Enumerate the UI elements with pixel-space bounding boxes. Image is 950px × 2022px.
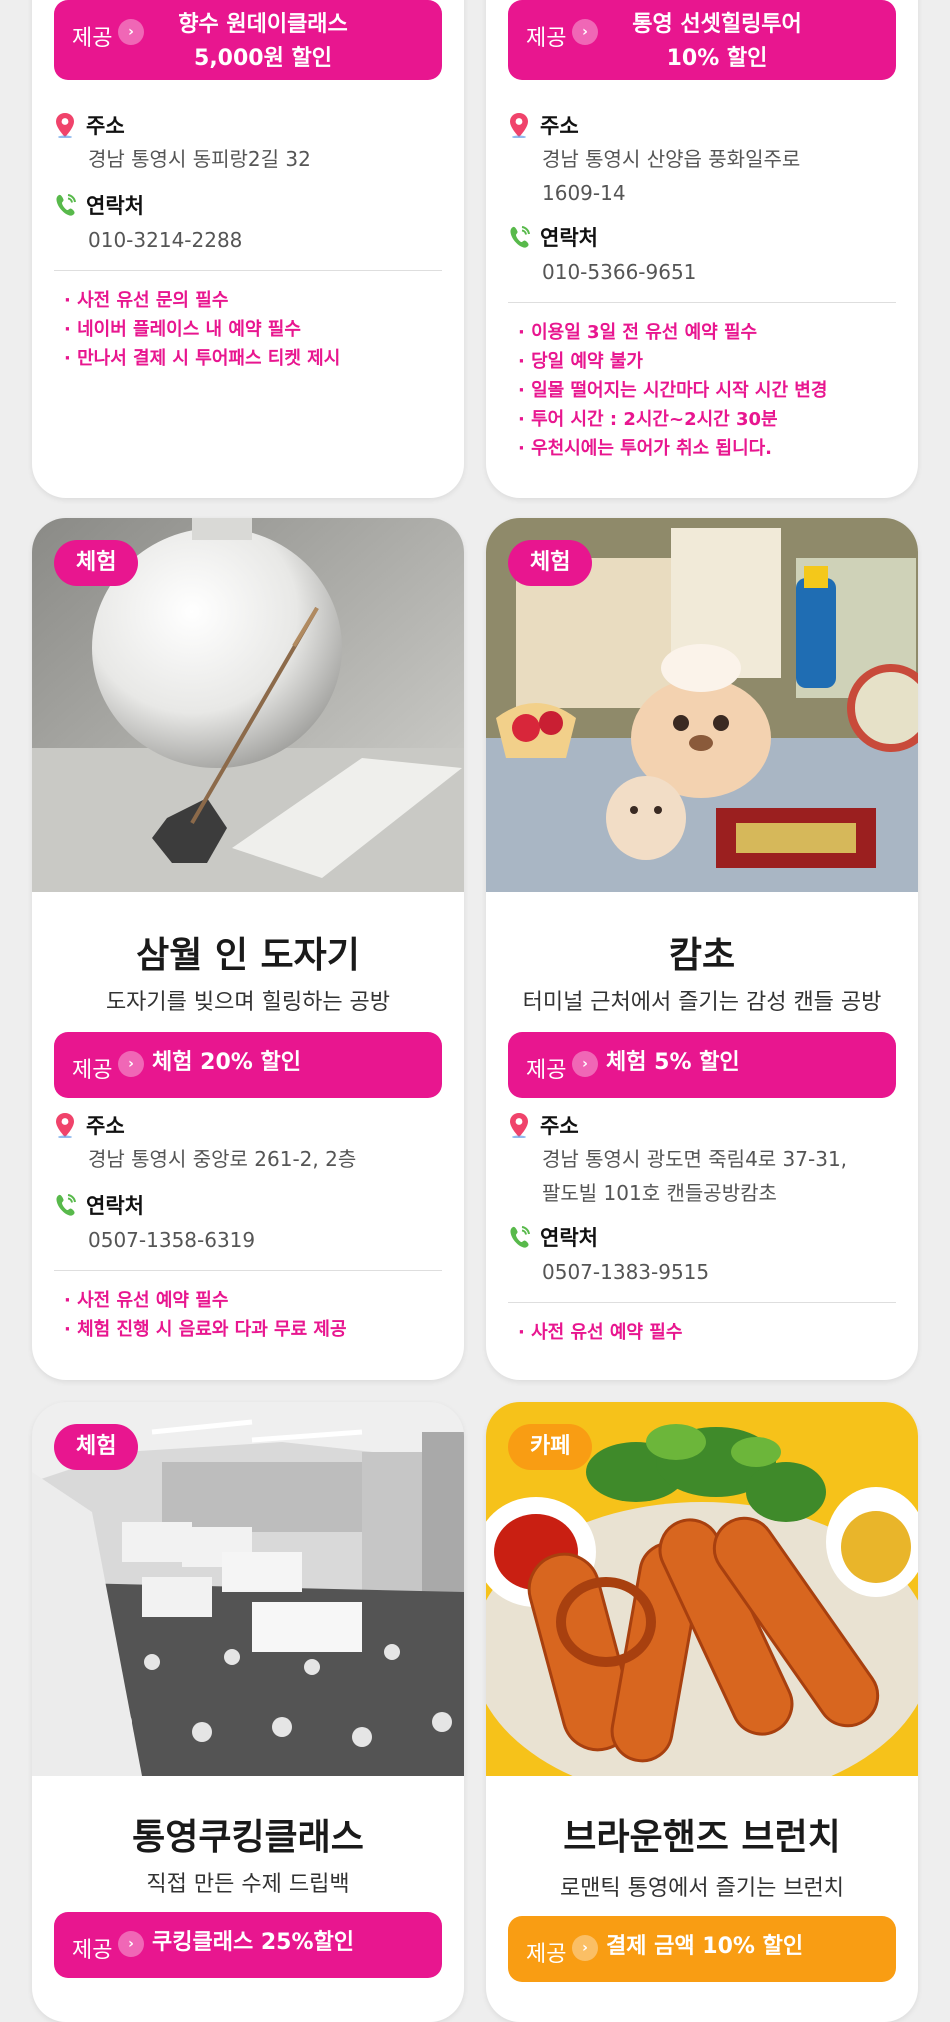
offer-text: 쿠킹클래스 25%할인	[152, 1930, 354, 1955]
chevron-right-icon: ›	[118, 1051, 144, 1077]
card-kamcho-candle[interactable]: 체험 캄초 터미널 근처에서 즐기는 감성 캔들 공방 제공 › 체험 5% 할…	[486, 518, 918, 1380]
offer-banner: 제공 › 체험 20% 할인	[54, 1032, 442, 1098]
category-badge: 카페	[508, 1424, 593, 1470]
contact-heading: 연락처	[508, 222, 598, 255]
offer-label: 제공	[72, 26, 113, 51]
contact-heading: 연락처	[54, 190, 144, 223]
divider	[54, 1270, 442, 1271]
contact-label: 연락처	[540, 1226, 598, 1250]
offer-label: 제공	[526, 1058, 567, 1083]
card-subtitle: 도자기를 빚으며 힐링하는 공방	[105, 990, 391, 1015]
chevron-right-icon: ›	[118, 19, 144, 45]
category-badge: 체험	[54, 540, 139, 586]
offer-banner: 제공 › 향수 원데이클래스 5,000원 할인	[54, 0, 442, 80]
note-item: · 사전 유선 예약 필수	[64, 1290, 229, 1311]
note-item: · 투어 시간 : 2시간~2시간 30분	[518, 409, 778, 430]
card-subtitle: 터미널 근처에서 즐기는 감성 캔들 공방	[522, 990, 882, 1015]
phone-value: 010-5366-9651	[542, 260, 697, 284]
location-pin-icon	[508, 112, 534, 143]
offer-text: 결제 금액 10% 할인	[606, 1934, 804, 1959]
location-pin-icon	[508, 1112, 534, 1143]
address-label: 주소	[86, 114, 125, 138]
address-label: 주소	[86, 1114, 125, 1138]
phone-icon	[508, 1224, 534, 1255]
offer-text: 체험 5% 할인	[606, 1050, 740, 1075]
contact-label: 연락처	[86, 194, 144, 218]
card-title: 캄초	[668, 935, 736, 976]
card-title: 브라운핸즈 브런치	[563, 1817, 841, 1858]
offer-label: 제공	[526, 1942, 567, 1967]
note-item: · 사전 유선 예약 필수	[518, 1322, 683, 1343]
chevron-right-icon: ›	[572, 19, 598, 45]
contact-heading: 연락처	[54, 1190, 144, 1223]
contact-label: 연락처	[86, 1194, 144, 1218]
address-value: 경남 통영시 산양읍 풍화일주로 1609-14	[542, 147, 801, 205]
note-item: · 일몰 떨어지는 시간마다 시작 시간 변경	[518, 380, 828, 401]
notes-list: · 사전 유선 예약 필수 · 체험 진행 시 음료와 다과 무료 제공	[64, 1286, 444, 1344]
offer-text: 체험 20% 할인	[152, 1050, 301, 1075]
offer-label: 제공	[72, 1058, 113, 1083]
contact-heading: 연락처	[508, 1222, 598, 1255]
card-subtitle: 직접 만든 수제 드립백	[146, 1872, 350, 1897]
card-brownhands-brunch[interactable]: 카페 브라운핸즈 브런치 로맨틱 통영에서 즐기는 브런치 제공 › 결제 금액…	[486, 1402, 918, 2022]
offer-banner: 제공 › 결제 금액 10% 할인	[508, 1916, 896, 1982]
category-badge: 체험	[508, 540, 593, 586]
chevron-right-icon: ›	[572, 1051, 598, 1077]
address-label: 주소	[540, 1114, 579, 1138]
notes-list: · 사전 유선 문의 필수 · 네이버 플레이스 내 예약 필수 · 만나서 결…	[64, 286, 444, 373]
category-badge: 체험	[54, 1424, 139, 1470]
address-heading: 주소	[508, 1110, 579, 1143]
card-title: 삼월 인 도자기	[136, 935, 360, 976]
phone-icon	[54, 1192, 80, 1223]
notes-list: · 이용일 3일 전 유선 예약 필수 · 당일 예약 불가 · 일몰 떨어지는…	[518, 318, 898, 463]
card-cooking-class[interactable]: 체험 통영쿠킹클래스 직접 만든 수제 드립백 제공 › 쿠킹클래스 25%할인	[32, 1402, 464, 2022]
card-title: 통영쿠킹클래스	[132, 1817, 364, 1858]
address-value: 경남 통영시 동피랑2길 32	[88, 147, 311, 171]
note-item: · 체험 진행 시 음료와 다과 무료 제공	[64, 1319, 347, 1340]
phone-icon	[508, 224, 534, 255]
divider	[54, 270, 442, 271]
location-pin-icon	[54, 1112, 80, 1143]
note-item: · 사전 유선 문의 필수	[64, 290, 229, 311]
card-sunset-tour[interactable]: 제공 › 통영 선셋힐링투어 10% 할인 주소 경남 통영시 산양읍 풍화일주…	[486, 0, 918, 498]
chevron-right-icon: ›	[118, 1931, 144, 1957]
card-subtitle: 로맨틱 통영에서 즐기는 브런치	[559, 1876, 845, 1901]
contact-label: 연락처	[540, 226, 598, 250]
address-label: 주소	[540, 114, 579, 138]
address-value: 경남 통영시 중앙로 261-2, 2층	[88, 1147, 357, 1171]
phone-value: 0507-1383-9515	[542, 1260, 710, 1284]
offer-banner: 제공 › 쿠킹클래스 25%할인	[54, 1912, 442, 1978]
notes-list: · 사전 유선 예약 필수	[518, 1318, 898, 1347]
offer-text: 향수 원데이클래스 5,000원 할인	[178, 12, 348, 71]
address-value: 경남 통영시 광도면 죽림4로 37-31, 팔도빌 101호 캔들공방캄초	[542, 1147, 848, 1205]
card-samwol-pottery[interactable]: 체험 삼월 인 도자기 도자기를 빚으며 힐링하는 공방 제공 › 체험 20%…	[32, 518, 464, 1380]
note-item: · 우천시에는 투어가 취소 됩니다.	[518, 438, 773, 459]
note-item: · 네이버 플레이스 내 예약 필수	[64, 319, 301, 340]
offer-banner: 제공 › 통영 선셋힐링투어 10% 할인	[508, 0, 896, 80]
offer-text: 통영 선셋힐링투어 10% 할인	[632, 12, 802, 71]
phone-icon	[54, 192, 80, 223]
note-item: · 당일 예약 불가	[518, 351, 643, 372]
offer-label: 제공	[526, 26, 567, 51]
page: 제공 › 향수 원데이클래스 5,000원 할인 주소 경남 통영시 동피랑2길…	[0, 0, 950, 2022]
card-perfume-class[interactable]: 제공 › 향수 원데이클래스 5,000원 할인 주소 경남 통영시 동피랑2길…	[32, 0, 464, 498]
offer-banner: 제공 › 체험 5% 할인	[508, 1032, 896, 1098]
divider	[508, 302, 896, 303]
chevron-right-icon: ›	[572, 1935, 598, 1961]
address-heading: 주소	[54, 1110, 125, 1143]
address-heading: 주소	[54, 110, 125, 143]
offer-label: 제공	[72, 1938, 113, 1963]
note-item: · 이용일 3일 전 유선 예약 필수	[518, 322, 758, 343]
divider	[508, 1302, 896, 1303]
location-pin-icon	[54, 112, 80, 143]
address-heading: 주소	[508, 110, 579, 143]
phone-value: 0507-1358-6319	[88, 1228, 256, 1252]
phone-value: 010-3214-2288	[88, 228, 243, 252]
note-item: · 만나서 결제 시 투어패스 티켓 제시	[64, 348, 341, 369]
